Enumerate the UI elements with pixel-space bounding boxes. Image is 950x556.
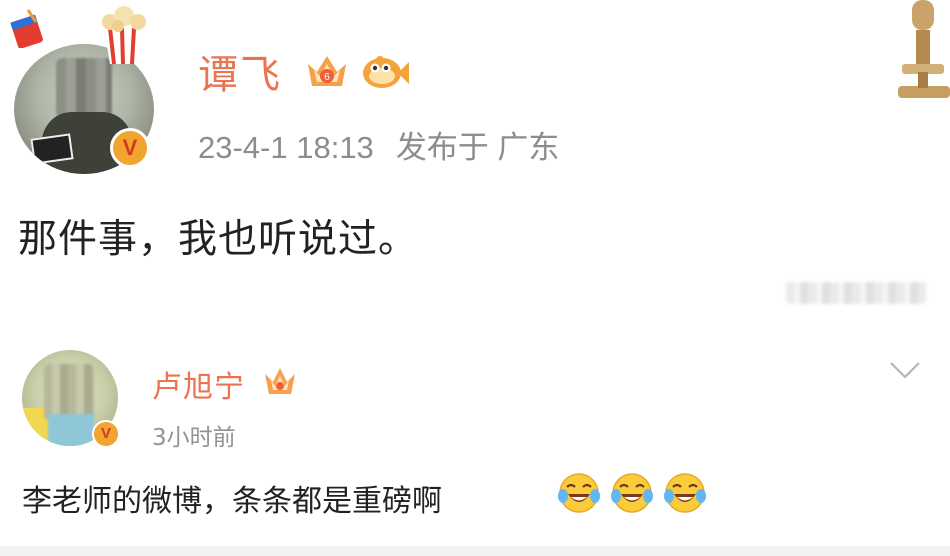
comment-author-name[interactable]: 卢旭宁 (152, 362, 245, 406)
popcorn-icon (102, 6, 146, 65)
comment-content: 李老师的微博，条条都是重磅啊 (22, 484, 442, 519)
verified-badge-icon: V (110, 128, 150, 168)
avatar-pixelated-face (44, 364, 94, 420)
member-crown-icon[interactable] (262, 366, 298, 398)
laughing-tears-emoji-icon (664, 473, 707, 513)
laughing-tears-emoji-icon (611, 473, 654, 513)
post-author-name[interactable]: 谭飞 (198, 42, 282, 100)
comment-author-text: 卢旭宁 (152, 370, 245, 405)
avatar-body (48, 414, 94, 446)
member-crown-level-icon[interactable]: 6 (304, 50, 350, 92)
author-name-text: 谭飞 (198, 52, 282, 98)
fish-fan-badge-icon[interactable] (358, 52, 410, 92)
level-number: 6 (324, 72, 330, 83)
emoji-group (552, 472, 707, 514)
laughing-tears-emoji-icon (558, 473, 600, 513)
soda-cup-icon (10, 9, 43, 48)
chevron-down-icon[interactable] (888, 358, 922, 382)
comment-time: 3小时前 (152, 425, 236, 451)
bottom-divider (0, 546, 950, 556)
post-location: 发布于 广东 (395, 130, 560, 165)
faint-watermark (786, 282, 926, 304)
post-content: 那件事，我也听说过。 (18, 217, 419, 262)
microphone-decoration-icon (898, 0, 950, 98)
clapperboard-icon (30, 133, 74, 165)
avatar-pixelated-face (56, 58, 112, 118)
post-timestamp: 23-4-1 18:13 (198, 130, 374, 165)
verified-badge-icon: V (92, 420, 120, 448)
post-meta: 23-4-1 18:13 发布于 广东 (198, 122, 581, 167)
